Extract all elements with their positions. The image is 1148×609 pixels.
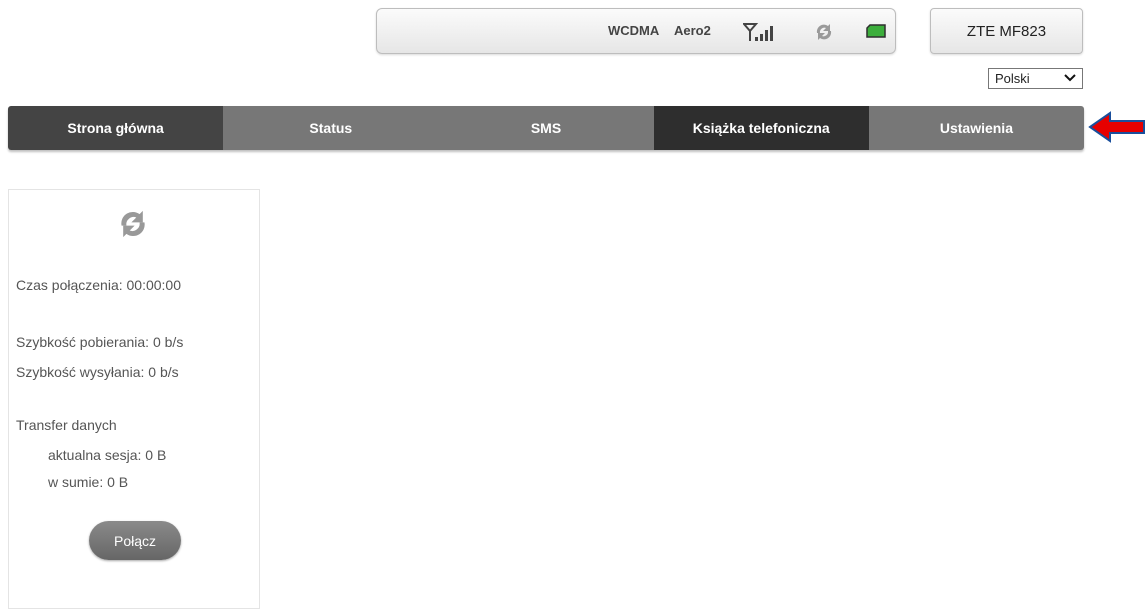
tab-status[interactable]: Status <box>223 106 439 150</box>
annotation-arrow-icon <box>1088 111 1146 143</box>
connection-time: Czas połączenia: 00:00:00 <box>16 277 181 293</box>
operator-name: Aero2 <box>674 23 711 38</box>
tab-home[interactable]: Strona główna <box>8 106 224 150</box>
download-speed: Szybkość pobierania: 0 b/s <box>16 334 184 350</box>
tab-phonebook[interactable]: Książka telefoniczna <box>653 106 869 150</box>
connection-panel: Czas połączenia: 00:00:00 Szybkość pobie… <box>8 189 260 609</box>
tab-label: Strona główna <box>67 120 164 136</box>
device-name-box: ZTE MF823 <box>930 8 1083 54</box>
tab-label: SMS <box>530 120 562 136</box>
device-name: ZTE MF823 <box>966 22 1047 40</box>
signal-bars-icon <box>741 22 779 47</box>
main-nav: Strona główna Status SMS Książka telefon… <box>8 106 1084 150</box>
chevron-down-icon <box>1064 69 1076 90</box>
sim-card-icon <box>866 24 886 43</box>
total-transfer: w sumie: 0 B <box>48 474 129 490</box>
network-type: WCDMA <box>608 23 660 38</box>
tab-label: Książka telefoniczna <box>692 120 830 136</box>
current-session: aktualna sesja: 0 B <box>48 447 167 463</box>
refresh-icon <box>813 21 835 48</box>
tab-label: Ustawienia <box>939 120 1013 136</box>
connect-button-label: Połącz <box>113 532 157 549</box>
tab-settings[interactable]: Ustawienia <box>868 106 1084 150</box>
upload-speed: Szybkość wysyłania: 0 b/s <box>16 364 179 380</box>
tab-label: Status <box>309 120 353 136</box>
language-selected-value: Polski <box>995 71 1030 86</box>
status-bar: WCDMA Aero2 <box>376 8 896 54</box>
tab-sms[interactable]: SMS <box>438 106 654 150</box>
connect-button[interactable]: Połącz <box>89 521 181 560</box>
transfer-title: Transfer danych <box>16 417 117 433</box>
language-select[interactable]: Polski <box>988 68 1083 89</box>
refresh-icon <box>115 206 151 247</box>
